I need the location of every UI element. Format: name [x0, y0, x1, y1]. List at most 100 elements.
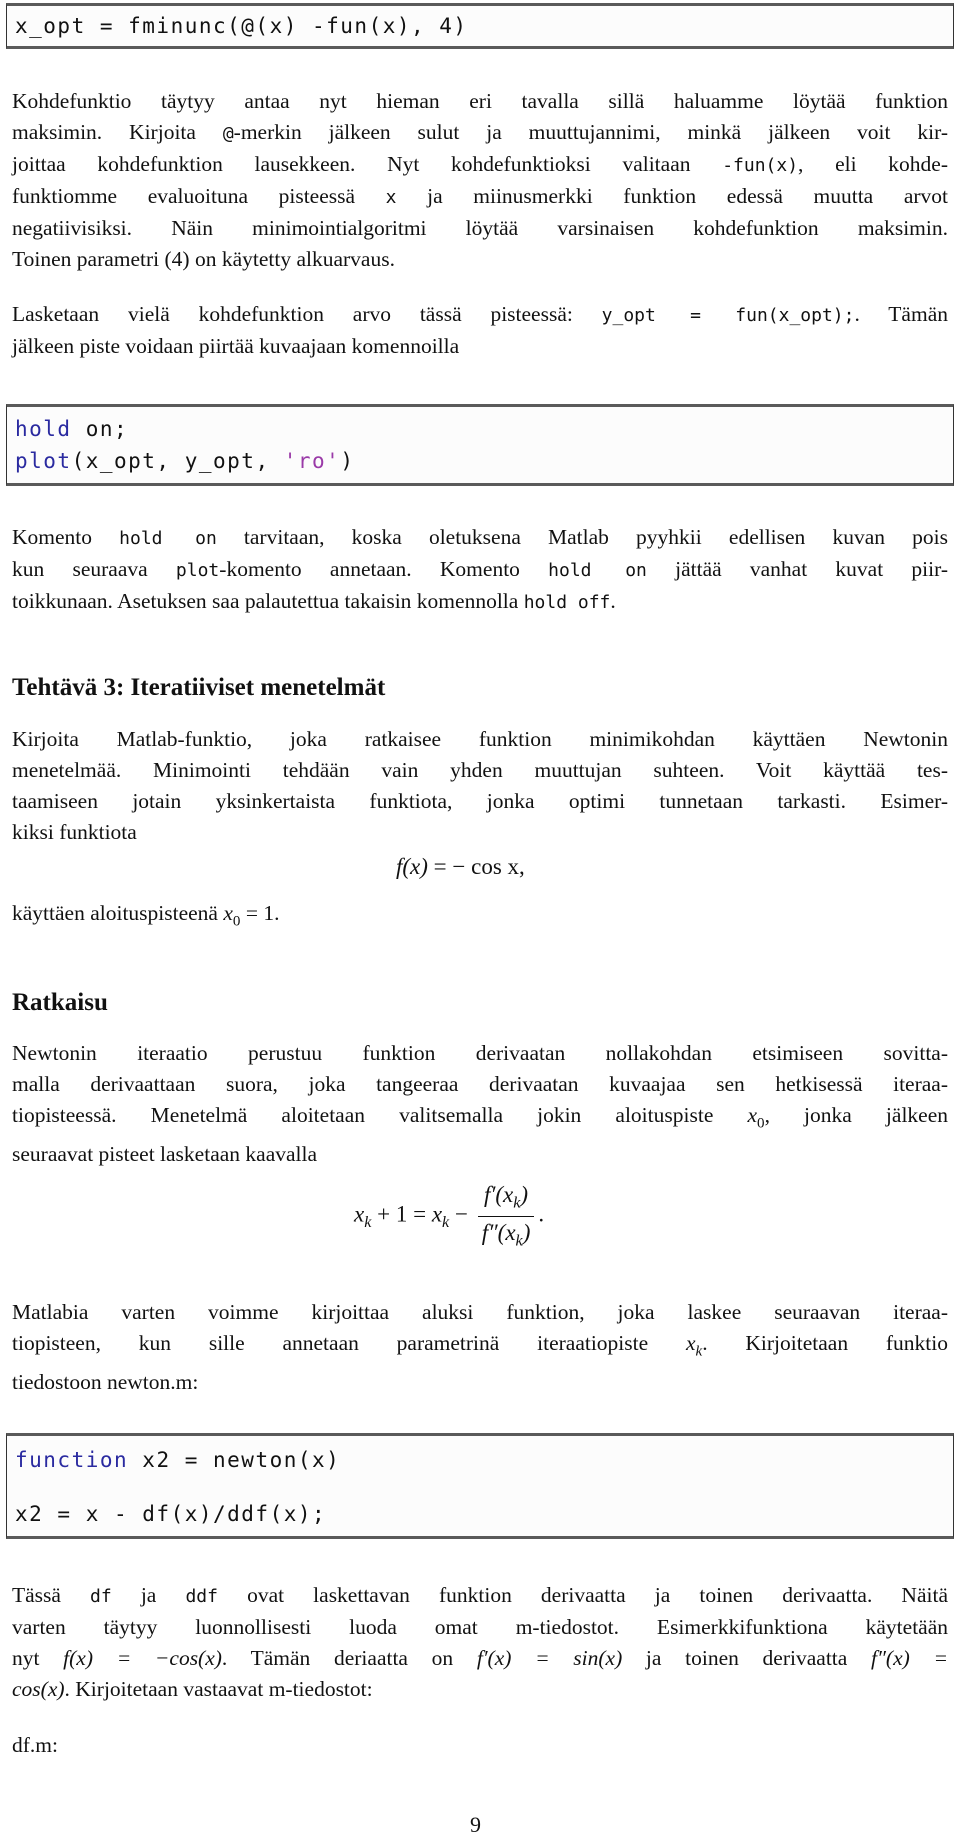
text: -merkin jälkeen sulut ja muuttujannimi, …: [233, 120, 948, 144]
keyword: plot: [15, 449, 72, 473]
math-text: .: [538, 1201, 545, 1227]
text-line: malla derivaattaan suora, joka tangeeraa…: [12, 1072, 948, 1096]
inline-code: plot: [175, 560, 220, 581]
text-line: kiksi funktiota: [12, 820, 137, 844]
text: funktiomme evaluoituna pisteessä: [12, 184, 386, 208]
text-line: df.m:: [12, 1733, 58, 1757]
paragraph-matlab-function: Matlabia varten voimme kirjoittaa aluksi…: [12, 1297, 948, 1398]
code-line: plot(x_opt, y_opt, 'ro'): [15, 449, 354, 473]
string-literal: 'ro': [283, 449, 341, 473]
code-text: on;: [71, 417, 129, 441]
math-inline: f″(x) =: [871, 1646, 948, 1670]
inline-code: df: [90, 1586, 112, 1607]
text-line: maksimin. Kirjoita @-merkin jälkeen sulu…: [12, 117, 948, 149]
inline-code: -fun(x): [722, 155, 799, 176]
code-text: (x_opt, y_opt,: [71, 449, 284, 473]
math-text: −: [449, 1201, 474, 1227]
fraction-numerator: f′(xk): [477, 1182, 535, 1217]
text: . Tämän deriaatta on: [221, 1646, 477, 1670]
math-text: f″(x: [481, 1219, 516, 1245]
math-text: ): [520, 1182, 529, 1207]
code-block-plot: hold on; plot(x_opt, y_opt, 'ro'): [6, 404, 954, 486]
section-heading: Tehtävä 3: Iteratiiviset menetelmät: [12, 674, 386, 701]
text-line: kun seuraava plot-komento annetaan. Kome…: [12, 554, 948, 586]
inline-code: ddf: [185, 1586, 218, 1607]
math-text: + 1 =: [371, 1201, 432, 1227]
text-line: jälkeen piste voidaan piirtää kuvaajaan …: [12, 334, 460, 358]
code-text: ): [340, 449, 355, 473]
text-line: negatiivisiksi. Näin minimointialgoritmi…: [12, 216, 948, 240]
text: , eli kohde-: [798, 152, 948, 176]
inline-code: hold off: [523, 592, 611, 613]
keyword: function: [15, 1448, 129, 1472]
code-line: hold on;: [15, 417, 128, 441]
text-line: cos(x). Kirjoitetaan vastaavat m-tiedost…: [12, 1674, 948, 1705]
inline-code: y_opt = fun(x_opt);: [601, 305, 855, 326]
math-lhs: f(x): [396, 854, 428, 879]
math-inline: f(x) = −cos(x): [63, 1646, 222, 1670]
code-line: x2 = x - df(x)/ddf(x);: [15, 1502, 327, 1526]
math-inline: cos(x): [12, 1677, 65, 1701]
code-text: x2 = newton(x): [128, 1448, 341, 1472]
code-line: function x2 = newton(x): [15, 1448, 340, 1472]
math-var: x: [685, 1331, 696, 1355]
text: . Kirjoitetaan funktio: [702, 1331, 948, 1355]
text-line: menetelmää. Minimointi tehdään vain yhde…: [12, 758, 948, 782]
math-inline: f′(x) = sin(x): [476, 1646, 623, 1670]
text: Tässä: [12, 1583, 91, 1607]
paragraph-start-point: käyttäen aloituspisteenä x0 = 1.: [12, 898, 948, 937]
text-line: Toinen parametri (4) on käytetty alkuarv…: [12, 247, 395, 271]
text: tiopisteen, kun sille annetaan parametri…: [12, 1331, 686, 1355]
text-line: seuraavat pisteet lasketaan kaavalla: [12, 1142, 318, 1167]
text-line: toikkunaan. Asetuksen saa palautettua ta…: [12, 586, 948, 618]
equation-newton-iteration: xk + 1 = xk − f′(xk) f″(xk).: [354, 1182, 544, 1250]
text-line: tiopisteen, kun sille annetaan parametri…: [12, 1328, 948, 1367]
math-var: x: [354, 1201, 365, 1227]
paragraph-maximization: Kohdefunktio täytyy antaa nyt hieman eri…: [12, 86, 948, 275]
text: jättää vanhat kuvat piir-: [646, 557, 949, 581]
text-line: varten täytyy luonnollisesti luoda omat …: [12, 1615, 948, 1639]
inline-code: hold on: [119, 528, 217, 549]
keyword: hold: [15, 417, 72, 441]
math-var: x: [223, 901, 233, 925]
fraction: f′(xk) f″(xk): [477, 1182, 535, 1250]
code-line: x_opt = fminunc(@(x) -fun(x), 4): [15, 14, 468, 38]
text-line: käyttäen aloituspisteenä x0 = 1.: [12, 898, 948, 937]
math-var: x: [431, 1201, 443, 1227]
text-line: taamiseen jotain yksinkertaista funktiot…: [12, 789, 948, 813]
paragraph-hold-on: Komento hold on tarvitaan, koska oletuks…: [12, 522, 948, 618]
equation-objective: f(x) = − cos x,: [396, 854, 525, 880]
paragraph-derivatives: Tässä df ja ddf ovat laskettavan funktio…: [12, 1580, 948, 1705]
text-line: Kirjoita Matlab-funktio, joka ratkaisee …: [12, 727, 948, 751]
text-line: Lasketaan vielä kohdefunktion arvo tässä…: [12, 299, 948, 331]
math-text: ): [522, 1219, 531, 1245]
text: Komento: [12, 525, 120, 549]
text: = 1.: [240, 901, 280, 925]
inline-code: x: [385, 187, 397, 208]
math-sub: 0: [757, 1115, 765, 1132]
text: -komento annetaan. Komento: [219, 557, 549, 581]
text-line: Newtonin iteraatio perustuu funktion der…: [12, 1041, 948, 1065]
text: tarvitaan, koska oletuksena Matlab pyyhk…: [216, 525, 948, 549]
subheading-solution: Ratkaisu: [12, 989, 108, 1016]
text-line: Kohdefunktio täytyy antaa nyt hieman eri…: [12, 89, 948, 113]
text: toikkunaan. Asetuksen saa palautettua ta…: [12, 589, 524, 613]
math-var: x: [747, 1103, 758, 1127]
math-sub: k: [515, 1232, 523, 1250]
paragraph-newton-intro: Newtonin iteraatio perustuu funktion der…: [12, 1038, 948, 1170]
text: ja miinusmerkki funktion edessä muutta a…: [396, 184, 949, 208]
paragraph-compute-value: Lasketaan vielä kohdefunktion arvo tässä…: [12, 299, 948, 362]
code-block-fminunc: x_opt = fminunc(@(x) -fun(x), 4): [6, 3, 954, 49]
text-line: tiopisteessä. Menetelmä aloitetaan valit…: [12, 1100, 948, 1139]
text-line: Matlabia varten voimme kirjoittaa aluksi…: [12, 1300, 948, 1324]
text: ovat laskettavan funktion derivaatta ja …: [217, 1583, 948, 1607]
text: tiopisteessä. Menetelmä aloitetaan valit…: [12, 1103, 748, 1127]
code-block-newton: function x2 = newton(x) x2 = x - df(x)/d…: [6, 1433, 954, 1539]
text: ja: [111, 1583, 186, 1607]
text: .: [610, 589, 616, 613]
inline-code: hold on: [548, 560, 647, 581]
math-rhs: = − cos x,: [433, 854, 525, 879]
text: . Kirjoitetaan vastaavat m-tiedostot:: [64, 1677, 373, 1701]
text-line: Tässä df ja ddf ovat laskettavan funktio…: [12, 1580, 948, 1612]
text: , jonka jälkeen: [764, 1103, 949, 1127]
